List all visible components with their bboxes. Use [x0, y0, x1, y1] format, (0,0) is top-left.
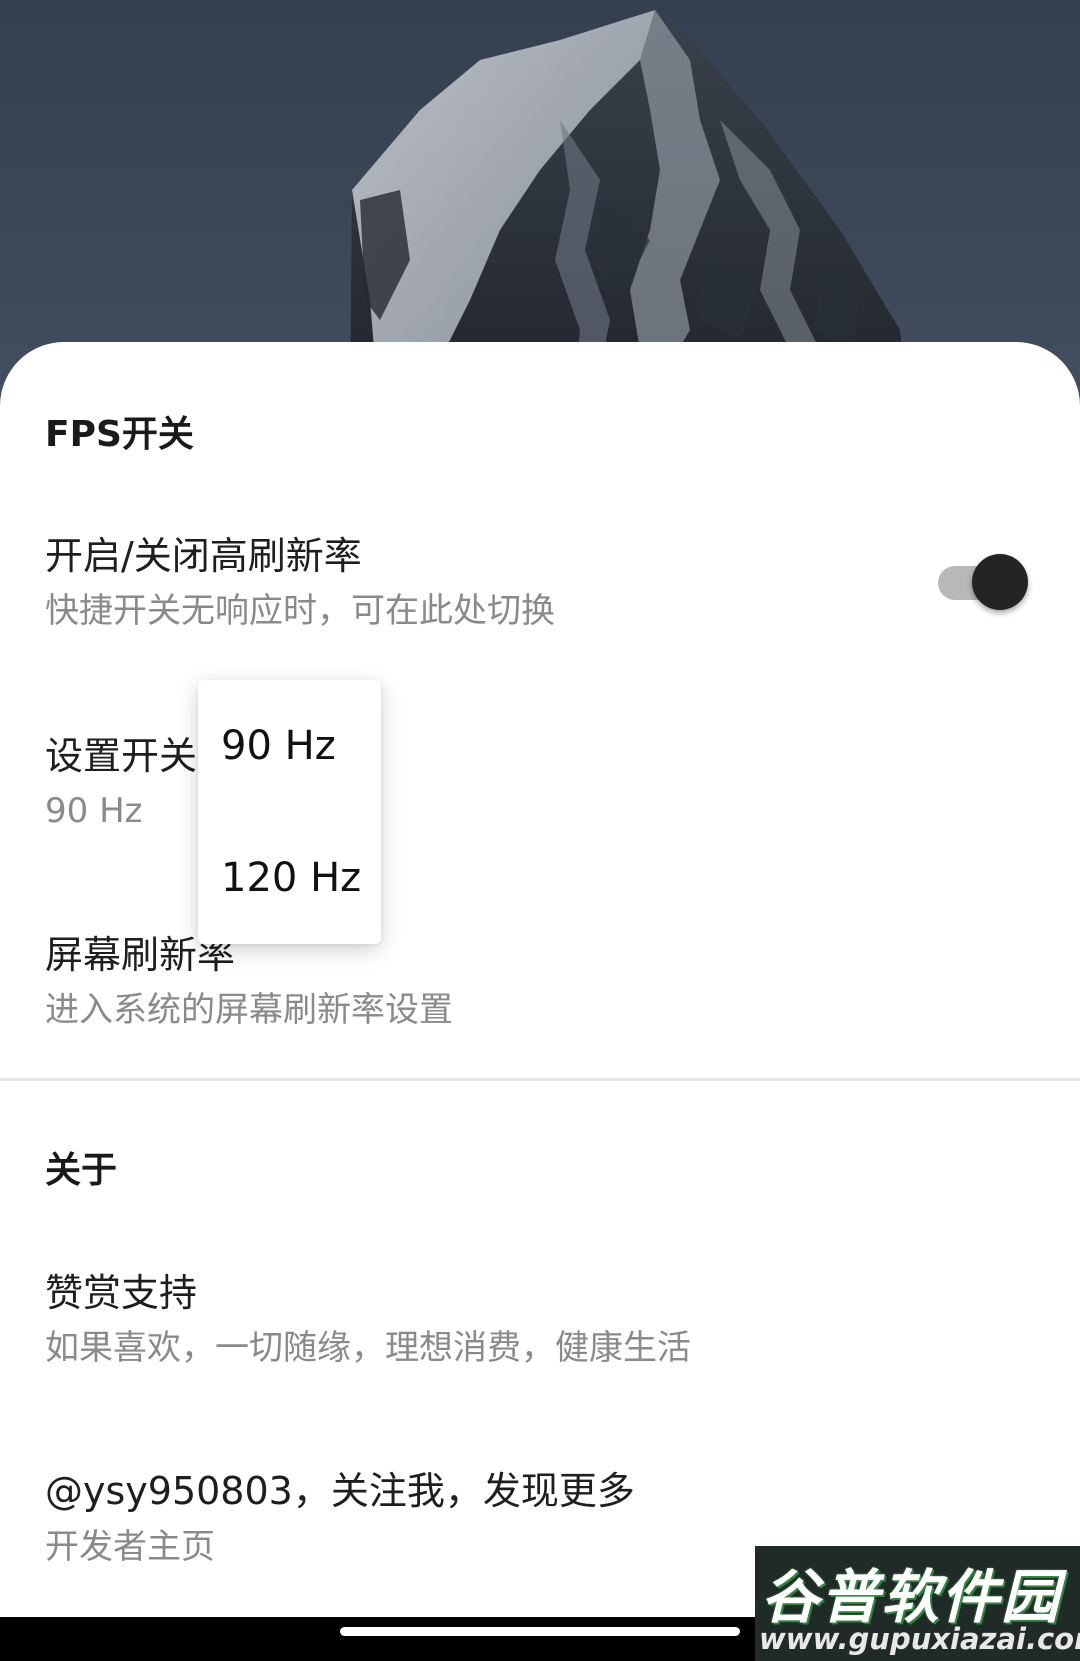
developer-subtitle: 开发者主页 — [45, 1527, 215, 1567]
fps-section-title: FPS开关 — [45, 414, 194, 455]
popup-option-120hz[interactable]: 120 Hz — [221, 858, 361, 898]
about-section-title: 关于 — [45, 1150, 118, 1191]
screen-refresh-rate-subtitle: 进入系统的屏幕刷新率设置 — [45, 990, 453, 1030]
section-divider — [0, 1078, 1080, 1081]
donate-subtitle: 如果喜欢，一切随缘，理想消费，健康生活 — [45, 1328, 691, 1368]
developer-title: @ysy950803，关注我，发现更多 — [45, 1469, 635, 1513]
toggle-high-refresh-subtitle: 快捷开关无响应时，可在此处切换 — [45, 591, 555, 631]
donate-title: 赞赏支持 — [45, 1271, 198, 1315]
refresh-rate-setting-value: 90 Hz — [45, 791, 143, 831]
watermark-url: www.gupuxiazai.com — [759, 1622, 1080, 1656]
popup-option-90hz[interactable]: 90 Hz — [221, 726, 336, 766]
toggle-thumb — [972, 554, 1028, 610]
toggle-high-refresh-title: 开启/关闭高刷新率 — [45, 534, 362, 578]
refresh-rate-popup-menu: 90 Hz 120 Hz — [198, 680, 381, 944]
home-gesture-handle[interactable] — [340, 1627, 740, 1636]
site-watermark: 谷普软件园 www.gupuxiazai.com — [755, 1546, 1080, 1661]
high-refresh-toggle-switch[interactable] — [938, 554, 1028, 610]
